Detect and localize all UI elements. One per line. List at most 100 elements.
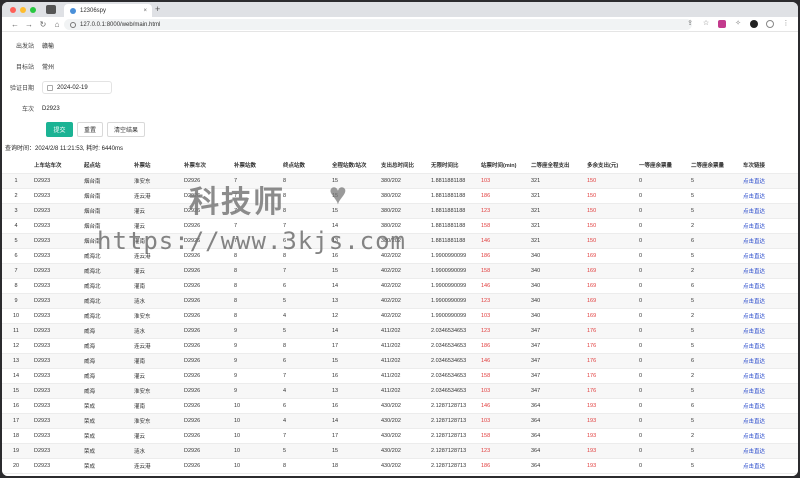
table-cell: 411/202: [377, 338, 427, 354]
site-info-icon[interactable]: [70, 21, 76, 28]
new-tab-button[interactable]: +: [155, 4, 160, 14]
table-cell: 18: [328, 458, 377, 474]
direct-link[interactable]: 点击直达: [739, 398, 798, 414]
direct-link[interactable]: 点击直达: [739, 248, 798, 264]
table-cell: 7: [2, 263, 30, 279]
puzzle-icon[interactable]: ✧: [734, 20, 742, 28]
profile-icon[interactable]: [46, 5, 56, 14]
table-cell: 169: [583, 293, 635, 309]
table-cell: 8: [279, 338, 328, 354]
table-cell: 380/202: [377, 218, 427, 234]
tab-title: 12306spy: [80, 7, 107, 14]
table-cell: D2926: [180, 188, 230, 204]
direct-link[interactable]: 点击直达: [739, 338, 798, 354]
table-cell: 0: [635, 353, 687, 369]
direct-link[interactable]: 点击直达: [739, 233, 798, 249]
direct-link[interactable]: 点击直达: [739, 203, 798, 219]
table-cell: 10: [2, 308, 30, 324]
table-cell: D2926: [180, 323, 230, 339]
table-cell: 0: [635, 398, 687, 414]
table-row: 18 D2923 荣成 灌云 D2926 10 7 17 430/202 2.1287128713…: [2, 428, 798, 444]
table-cell: 淮安东: [130, 413, 180, 429]
direct-link[interactable]: 点击直达: [739, 293, 798, 309]
table-cell: 340: [527, 293, 583, 309]
table-cell: 8: [279, 458, 328, 474]
table-cell: 淮安东: [130, 308, 180, 324]
direct-link[interactable]: 点击直达: [739, 218, 798, 234]
table-cell: 2.0346534653: [427, 383, 477, 399]
table-cell: 2.0346534653: [427, 353, 477, 369]
direct-link[interactable]: 点击直达: [739, 323, 798, 339]
direct-link[interactable]: 点击直达: [739, 173, 798, 189]
direct-link[interactable]: 点击直达: [739, 368, 798, 384]
column-header: 二等座全程支出: [527, 157, 583, 174]
table-cell: 103: [477, 308, 527, 324]
home-icon[interactable]: ⌂: [50, 20, 64, 29]
share-icon[interactable]: ⇪: [686, 20, 694, 28]
table-cell: 15: [328, 188, 377, 204]
table-cell: 193: [583, 428, 635, 444]
table-cell: 0: [635, 233, 687, 249]
direct-link[interactable]: 点击直达: [739, 383, 798, 399]
table-cell: 364: [527, 443, 583, 459]
table-cell: 0: [635, 338, 687, 354]
address-bar[interactable]: 127.0.0.1:8000/web/main.html: [64, 19, 692, 30]
clear-results-button[interactable]: 清空结果: [107, 122, 145, 137]
extension-icon[interactable]: [718, 20, 726, 28]
bookmark-star-icon[interactable]: ☆: [702, 20, 710, 28]
direct-link[interactable]: 点击直达: [739, 278, 798, 294]
table-cell: 430/202: [377, 413, 427, 429]
direct-link[interactable]: 点击直达: [739, 458, 798, 474]
table-cell: 2.1287128713: [427, 443, 477, 459]
table-cell: D2926: [180, 458, 230, 474]
date-picker[interactable]: 2024-02-19: [42, 81, 112, 94]
table-cell: 176: [583, 353, 635, 369]
table-cell: 9: [230, 338, 279, 354]
dest-input[interactable]: 常州: [42, 62, 54, 71]
table-cell: D2926: [180, 413, 230, 429]
tab-close-icon[interactable]: ×: [143, 8, 152, 14]
table-cell: 7: [230, 203, 279, 219]
table-row: 9 D2923 威海北 涟水 D2926 8 5 13 402/202 1.9900990099 1…: [2, 293, 798, 309]
table-cell: 6: [279, 353, 328, 369]
table-cell: 0: [635, 413, 687, 429]
train-input[interactable]: D2923: [42, 106, 60, 112]
direct-link[interactable]: 点击直达: [739, 263, 798, 279]
start-input[interactable]: 赣榆: [42, 41, 54, 50]
table-cell: 0: [635, 368, 687, 384]
account-icon[interactable]: [766, 20, 774, 28]
table-cell: 烟台南: [80, 173, 130, 189]
table-cell: 18: [2, 428, 30, 444]
table-cell: D2926: [180, 428, 230, 444]
direct-link[interactable]: 点击直达: [739, 413, 798, 429]
table-cell: 9: [230, 323, 279, 339]
direct-link[interactable]: 点击直达: [739, 353, 798, 369]
table-cell: 7: [279, 218, 328, 234]
table-cell: 347: [527, 338, 583, 354]
table-cell: 9: [230, 368, 279, 384]
direct-link[interactable]: 点击直达: [739, 443, 798, 459]
forward-icon[interactable]: →: [22, 20, 36, 29]
direct-link[interactable]: 点击直达: [739, 428, 798, 444]
direct-link[interactable]: 点击直达: [739, 308, 798, 324]
table-cell: D2923: [30, 218, 80, 234]
table-cell: 176: [583, 323, 635, 339]
table-cell: 8: [2, 278, 30, 294]
direct-link[interactable]: 点击直达: [739, 188, 798, 204]
close-window-icon[interactable]: [10, 7, 16, 13]
reload-icon[interactable]: ↻: [36, 20, 50, 29]
back-icon[interactable]: ←: [8, 20, 22, 29]
table-cell: D2923: [30, 413, 80, 429]
minimize-window-icon[interactable]: [20, 7, 26, 13]
browser-tab[interactable]: 12306spy ×: [64, 4, 152, 17]
extension-dark-icon[interactable]: [750, 20, 758, 28]
table-cell: 186: [477, 188, 527, 204]
table-cell: 威海: [80, 368, 130, 384]
submit-button[interactable]: 提交: [46, 122, 73, 137]
table-cell: 8: [279, 203, 328, 219]
menu-icon[interactable]: ⋮: [782, 20, 790, 28]
table-cell: 14: [328, 218, 377, 234]
reset-button[interactable]: 重置: [77, 122, 103, 137]
maximize-window-icon[interactable]: [30, 7, 36, 13]
table-cell: 11: [2, 323, 30, 339]
